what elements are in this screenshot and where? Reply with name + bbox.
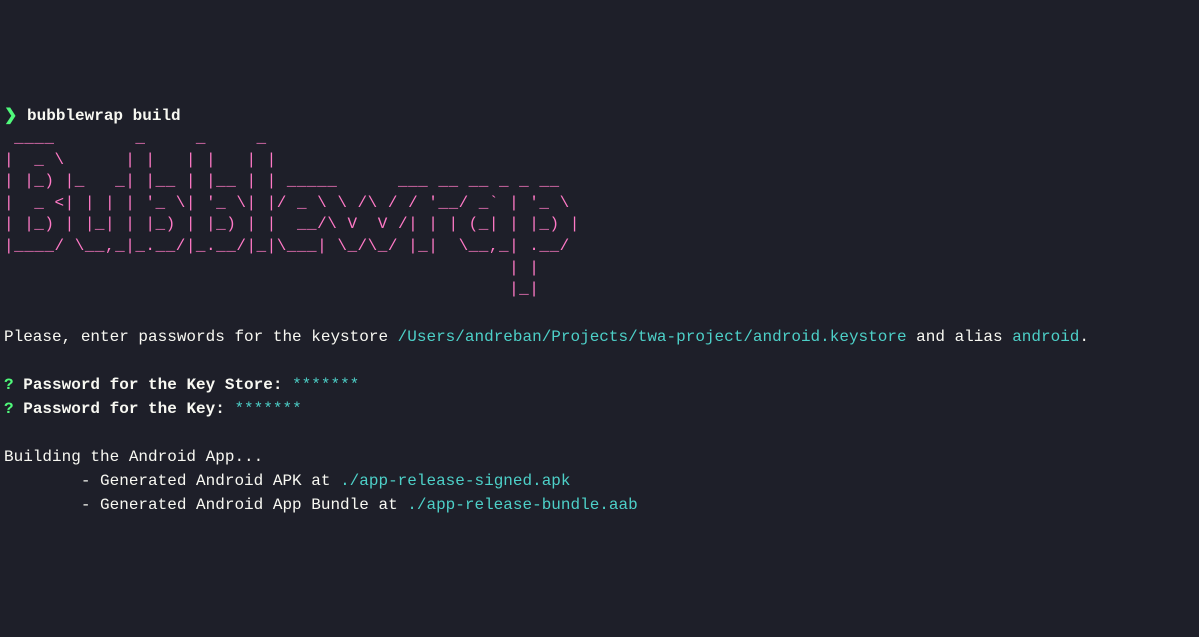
building-title: Building the Android App... <box>4 445 1195 469</box>
keystore-alias: android <box>1012 328 1079 346</box>
terminal-output: ❯ bubblewrap build ____ _ _ _ | _ \ | | … <box>4 104 1195 517</box>
password-keystore-value: ******* <box>292 376 359 394</box>
command-text: bubblewrap build <box>27 107 181 125</box>
generated-bundle-line: - Generated Android App Bundle at ./app-… <box>4 493 1195 517</box>
keystore-prompt-line: Please, enter passwords for the keystore… <box>4 325 1195 349</box>
password-key-label: Password for the Key: <box>14 400 235 418</box>
bundle-path: ./app-release-bundle.aab <box>407 496 637 514</box>
password-key-line[interactable]: ? Password for the Key: ******* <box>4 397 1195 421</box>
prompt-symbol: ❯ <box>4 107 17 125</box>
apk-prefix: - Generated Android APK at <box>4 472 340 490</box>
question-icon: ? <box>4 400 14 418</box>
keystore-path: /Users/andreban/Projects/twa-project/and… <box>398 328 907 346</box>
keystore-suffix: . <box>1079 328 1089 346</box>
generated-apk-line: - Generated Android APK at ./app-release… <box>4 469 1195 493</box>
bundle-prefix: - Generated Android App Bundle at <box>4 496 407 514</box>
password-keystore-label: Password for the Key Store: <box>14 376 292 394</box>
password-key-value: ******* <box>234 400 301 418</box>
question-icon: ? <box>4 376 14 394</box>
password-keystore-line[interactable]: ? Password for the Key Store: ******* <box>4 373 1195 397</box>
keystore-middle: and alias <box>907 328 1013 346</box>
ascii-banner: ____ _ _ _ | _ \ | | | | | | | |_) |_ _|… <box>4 128 1195 301</box>
command-line: ❯ bubblewrap build <box>4 104 1195 128</box>
keystore-prefix: Please, enter passwords for the keystore <box>4 328 398 346</box>
apk-path: ./app-release-signed.apk <box>340 472 570 490</box>
